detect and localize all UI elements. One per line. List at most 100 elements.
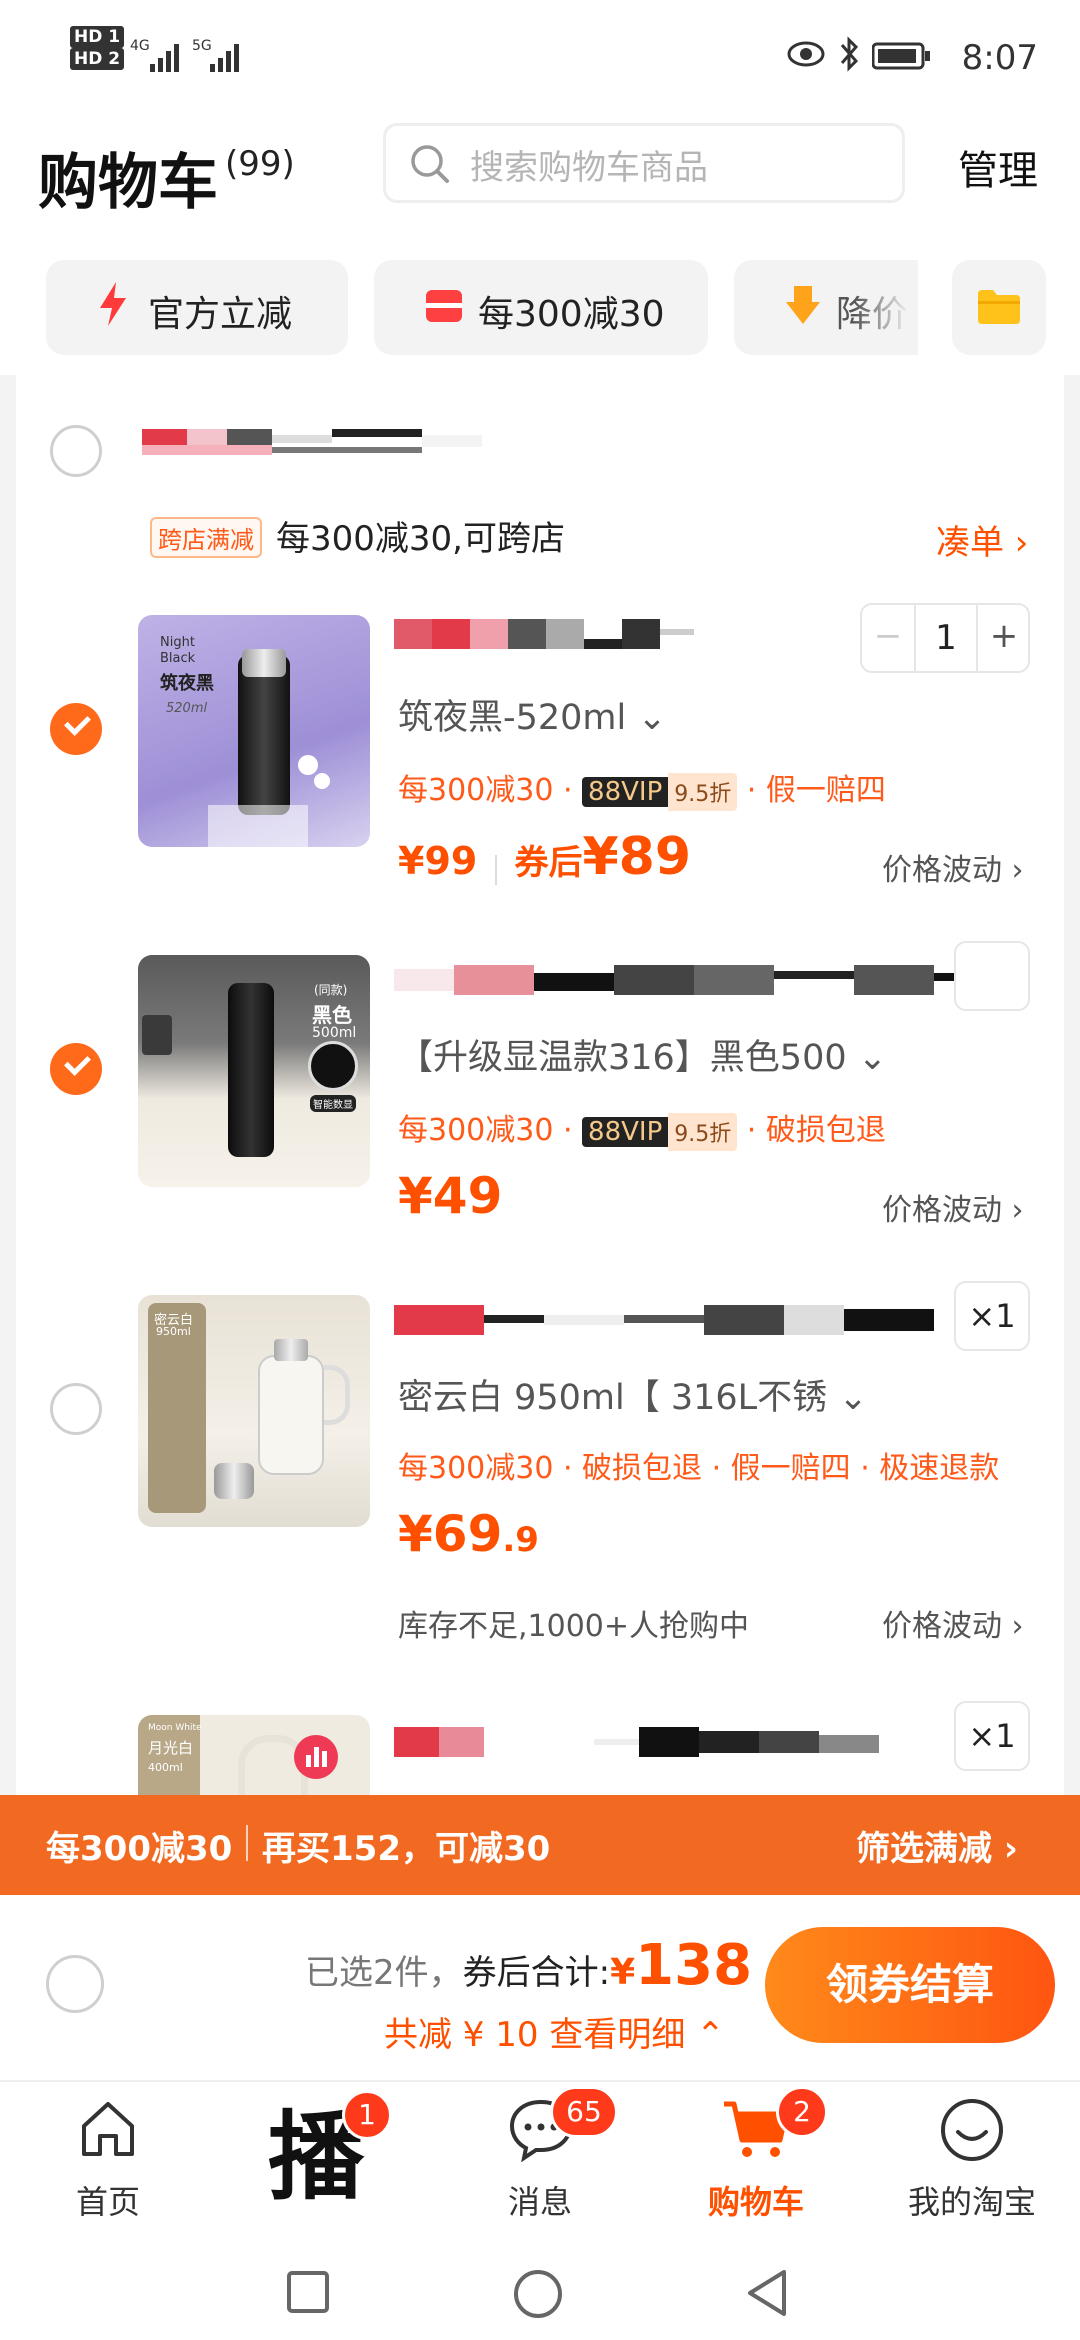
item-title-redacted: [394, 1305, 954, 1335]
item-checkbox[interactable]: [50, 1043, 102, 1095]
savings-detail[interactable]: 共减 ¥ 10 查看明细 ⌃: [384, 2007, 725, 2056]
back-icon[interactable]: [744, 2268, 790, 2318]
product-image[interactable]: 密云白 950ml: [138, 1295, 370, 1527]
product-image[interactable]: (同款) 黑色 500ml 智能数显: [138, 955, 370, 1187]
image-text: 筑夜黑: [160, 673, 214, 694]
tab-label: 首页: [75, 2183, 140, 2221]
search-input[interactable]: 搜索购物车商品: [383, 123, 905, 203]
folder-icon: [978, 290, 1020, 324]
quantity-stepper[interactable]: − 1 +: [860, 603, 1030, 673]
stock-notice: 库存不足,1000+人抢购中: [398, 1609, 750, 1644]
item-spec-selector[interactable]: 筑夜黑-520ml ⌄: [398, 689, 667, 740]
notification-badge: 1: [342, 2090, 392, 2140]
search-icon: [411, 145, 449, 183]
cart-count: (99): [225, 144, 295, 184]
decrease-button[interactable]: −: [862, 605, 916, 671]
chip-official-discount[interactable]: 官方立减: [46, 260, 348, 355]
image-text: 月光白: [148, 1739, 194, 1757]
status-bar: HD 1 HD 2 4G 5G 8:07: [0, 0, 1080, 120]
network-5g: 5G: [192, 38, 212, 54]
image-text: 智能数显: [310, 1095, 356, 1112]
smile-icon: [941, 2099, 1003, 2161]
increase-button[interactable]: +: [976, 605, 1030, 671]
total-line: 已选2件，券后合计:¥138: [305, 1933, 753, 1998]
image-text: 黑色: [312, 1003, 352, 1027]
image-text: 520ml: [166, 701, 208, 716]
quantity-value[interactable]: 1: [916, 605, 976, 671]
add-on-link[interactable]: 凑单 ›: [936, 515, 1028, 564]
checkout-summary: 已选2件，券后合计:¥138 共减 ¥ 10 查看明细 ⌃ 领券结算: [0, 1895, 1080, 2080]
item-title-redacted: [394, 619, 694, 649]
system-nav-bar: [0, 2240, 1080, 2340]
store-name-redacted: [142, 429, 492, 459]
chip-price-drop[interactable]: 降价: [734, 260, 924, 355]
manage-button[interactable]: 管理: [958, 138, 1038, 196]
network-4g: 4G: [130, 38, 150, 54]
notification-badge: 2: [776, 2086, 828, 2138]
item-checkbox[interactable]: [50, 1383, 102, 1435]
item-promos: 每300减30 · 88VIP 9.5折 · 破损包退: [398, 1105, 886, 1151]
quantity-button[interactable]: [954, 941, 1030, 1011]
item-spec-selector[interactable]: 【升级显温款316】黑色500 ⌄: [398, 1029, 887, 1080]
down-arrow-icon: [786, 286, 820, 324]
header: 购物车 (99) 搜索购物车商品 管理: [0, 120, 1080, 235]
quantity-button[interactable]: ×1: [954, 1701, 1030, 1771]
cart-list: 跨店满减 每300减30,可跨店 凑单 › Night Black 筑夜黑 52…: [16, 375, 1064, 1947]
chip-label: 官方立减: [148, 294, 293, 335]
tab-messages[interactable]: 65 消息: [432, 2082, 648, 2242]
promo-bar-rule: 每300减30: [46, 1829, 233, 1869]
hd1-indicator: HD 1: [70, 26, 125, 48]
item-price: ¥99 券后¥89: [398, 827, 692, 887]
recent-apps-icon[interactable]: [286, 2270, 330, 2314]
store-checkbox[interactable]: [50, 425, 102, 477]
checkout-button[interactable]: 领券结算: [765, 1927, 1055, 2043]
image-text: Moon White: [148, 1723, 202, 1733]
price-fluctuation-link[interactable]: 价格波动 ›: [882, 1185, 1024, 1229]
filter-reduction-link[interactable]: 筛选满减 ›: [856, 1821, 1018, 1870]
tab-cart[interactable]: 2 购物车: [648, 2082, 864, 2242]
live-bars-icon: [294, 1735, 338, 1779]
clock: 8:07: [961, 38, 1038, 78]
coupon-icon: [426, 290, 462, 322]
item-title-redacted: [394, 1727, 934, 1757]
bottom-tab-bar: 首页 播 1 65 消息 2 购物车 我的淘宝: [0, 2080, 1080, 2240]
item-promos: 每300减30 · 88VIP 9.5折 · 假一赔四: [398, 765, 886, 811]
item-checkbox[interactable]: [50, 703, 102, 755]
item-spec-selector[interactable]: 密云白 950ml【 316L不锈 ⌄: [398, 1369, 868, 1420]
lightning-icon: [100, 282, 126, 326]
signal-icon: [210, 40, 239, 72]
image-text: 400ml: [148, 1761, 183, 1774]
image-text: 500ml: [312, 1025, 357, 1041]
signal-icon: [150, 40, 179, 72]
battery-icon: [872, 42, 930, 70]
page-title: 购物车: [38, 148, 218, 218]
item-price: ¥69.9: [398, 1505, 539, 1563]
image-text: Night: [160, 635, 195, 650]
quantity-value: ×1: [968, 1297, 1016, 1335]
product-image[interactable]: Night Black 筑夜黑 520ml: [138, 615, 370, 847]
tab-home[interactable]: 首页: [0, 2082, 216, 2242]
image-text: 950ml: [156, 1325, 191, 1338]
chip-full-reduction[interactable]: 每300减30: [374, 260, 708, 355]
tab-live[interactable]: 播 1: [216, 2082, 432, 2242]
home-icon: [82, 2102, 134, 2156]
full-reduction-bar[interactable]: 每300减30 再买152，可减30 筛选满减 ›: [0, 1795, 1080, 1895]
filter-chips: 官方立减 每300减30 降价: [0, 235, 1080, 375]
select-all-checkbox[interactable]: [46, 1955, 104, 2013]
item-title-redacted: [394, 965, 1034, 995]
quantity-value: ×1: [968, 1717, 1016, 1755]
search-placeholder: 搜索购物车商品: [470, 148, 708, 188]
quantity-button[interactable]: ×1: [954, 1281, 1030, 1351]
item-promos: 每300减30 · 破损包退 · 假一赔四 · 极速退款: [398, 1451, 1000, 1486]
item-price: ¥49: [398, 1167, 503, 1225]
price-fluctuation-link[interactable]: 价格波动 ›: [882, 1601, 1024, 1645]
tab-label: 消息: [507, 2183, 572, 2221]
notification-badge: 65: [550, 2086, 618, 2138]
home-nav-icon[interactable]: [512, 2268, 564, 2320]
tab-label: 我的淘宝: [907, 2183, 1036, 2221]
price-fluctuation-link[interactable]: 价格波动 ›: [882, 845, 1024, 889]
promo-bar-hint: 再买152，可减30: [262, 1829, 551, 1869]
tab-my-taobao[interactable]: 我的淘宝: [864, 2082, 1080, 2242]
store-promo-text: 每300减30,可跨店: [276, 519, 565, 559]
chip-folder[interactable]: [952, 260, 1046, 355]
